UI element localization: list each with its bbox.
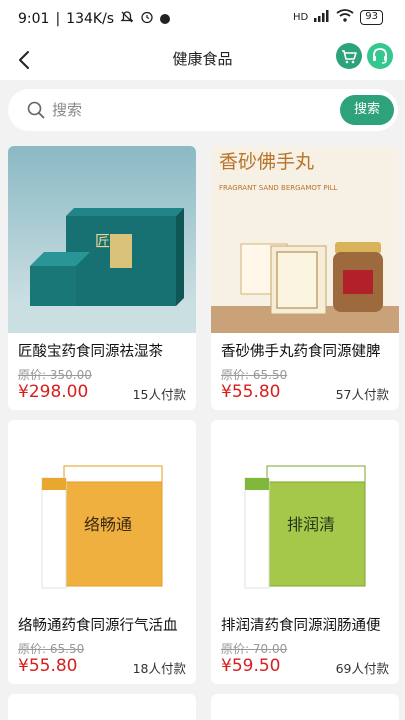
sold-count: 18人付款 <box>132 661 186 676</box>
product-image: 排润清 <box>211 420 399 607</box>
product-card[interactable]: 香砂佛手丸 FRAGRANT SAND BERGAMOT PILL 香砂佛手丸药… <box>211 146 399 410</box>
mute-icon <box>120 10 134 28</box>
product-card[interactable]: 排润清 排润清药食同源润肠通便 原价: 70.00 ¥59.50 69人付款 <box>211 420 399 684</box>
product-name: 香砂佛手丸药食同源健脾 <box>221 344 381 360</box>
original-price: 原价: 65.50 <box>221 368 288 382</box>
search-section: 搜索 <box>0 80 405 140</box>
original-price: 原价: 350.00 <box>18 368 92 382</box>
product-card-partial[interactable] <box>211 694 399 720</box>
cart-button[interactable] <box>336 43 362 69</box>
product-image-title: 香砂佛手丸 <box>219 151 314 173</box>
app-header: 健康食品 <box>0 40 405 80</box>
network-type: HD <box>293 11 309 23</box>
search-button[interactable]: 搜索 <box>340 95 394 125</box>
notification-dot-icon <box>160 14 171 24</box>
product-image: 匠 <box>8 146 196 333</box>
status-right: HD 93 <box>293 9 383 25</box>
signal-icon <box>314 9 330 25</box>
product-image: 香砂佛手丸 FRAGRANT SAND BERGAMOT PILL <box>211 146 399 333</box>
product-image: 络畅通 <box>8 420 196 607</box>
sale-price: ¥55.80 <box>18 656 78 676</box>
product-card-partial[interactable] <box>8 694 196 720</box>
wifi-icon <box>336 9 354 25</box>
sold-count: 69人付款 <box>335 661 389 676</box>
sold-count: 15人付款 <box>132 387 186 402</box>
product-name: 排润清药食同源润肠通便 <box>221 618 381 634</box>
product-card[interactable]: 络畅通 络畅通药食同源行气活血 原价: 65.50 ¥55.80 18人付款 <box>8 420 196 684</box>
product-image-subtitle: FRAGRANT SAND BERGAMOT PILL <box>219 184 338 192</box>
product-name: 络畅通药食同源行气活血 <box>18 618 178 634</box>
search-bar: 搜索 <box>8 89 398 131</box>
status-speed: 134K/s <box>66 11 115 27</box>
product-card[interactable]: 匠 匠酸宝药食同源祛湿茶 原价: 350.00 ¥298.00 15人付款 <box>8 146 196 410</box>
cart-icon <box>342 50 357 64</box>
search-icon <box>27 101 45 119</box>
status-time: 9:01 <box>18 11 50 27</box>
product-image-logo-text: 匠 <box>95 232 110 250</box>
original-price: 原价: 70.00 <box>221 642 288 656</box>
status-left: 9:01 | 134K/s <box>18 10 171 28</box>
customer-service-button[interactable] <box>367 43 393 69</box>
battery-indicator: 93 <box>360 9 383 25</box>
sale-price: ¥55.80 <box>221 382 281 402</box>
alarm-icon <box>140 10 154 28</box>
product-image-title: 排润清 <box>287 515 335 534</box>
original-price: 原价: 65.50 <box>18 642 85 656</box>
sale-price: ¥298.00 <box>18 382 89 402</box>
status-divider: | <box>55 11 61 27</box>
search-input[interactable] <box>52 97 312 123</box>
sale-price: ¥59.50 <box>221 656 281 676</box>
product-image-title: 络畅通 <box>84 515 132 534</box>
product-name: 匠酸宝药食同源祛湿茶 <box>18 344 163 360</box>
status-bar: 9:01 | 134K/s HD 93 <box>0 0 405 40</box>
sold-count: 57人付款 <box>335 387 389 402</box>
headset-icon <box>373 48 387 64</box>
